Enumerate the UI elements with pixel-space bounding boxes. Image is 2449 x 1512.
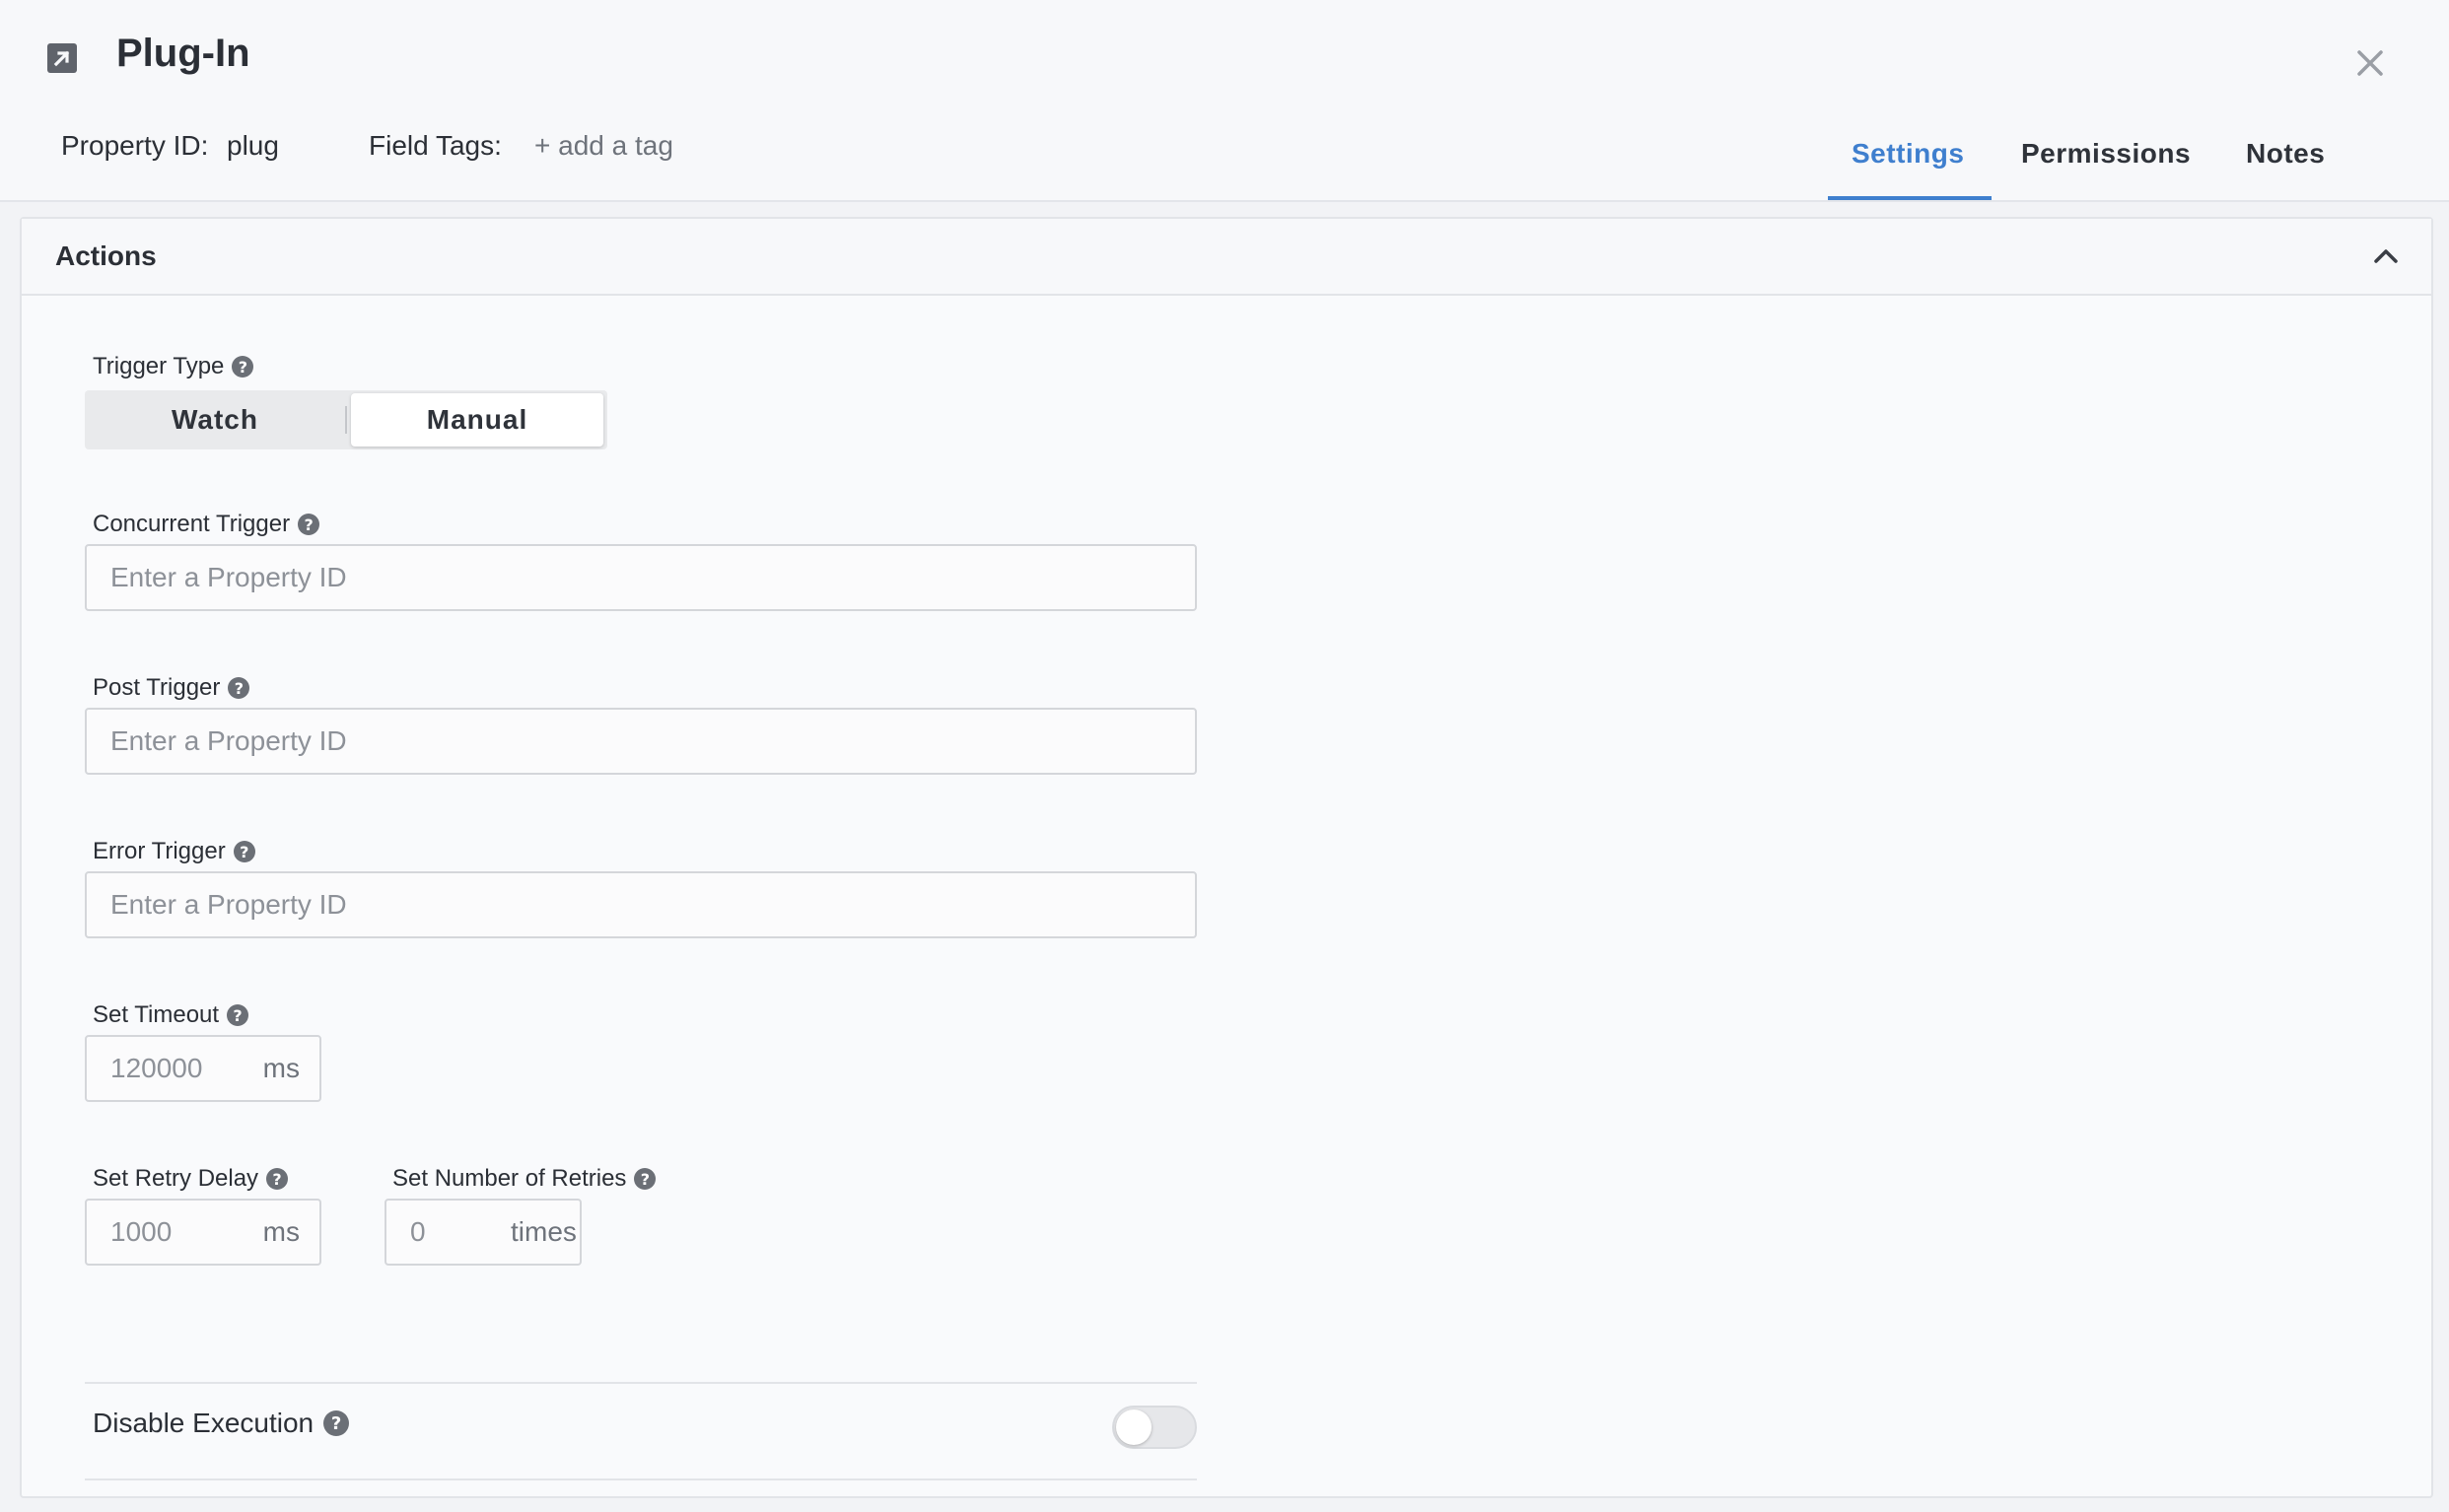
retry-delay-label: Set Retry Delay ? <box>93 1165 289 1193</box>
timeout-field: ms <box>85 1035 321 1102</box>
panel-title: Actions <box>55 241 157 271</box>
tab-notes[interactable]: Notes <box>2246 138 2325 170</box>
add-tag-link[interactable]: + add a tag <box>534 130 673 162</box>
post-trigger-input[interactable] <box>85 708 1197 775</box>
error-trigger-input[interactable] <box>85 871 1197 938</box>
trigger-type-toggle: Watch Manual <box>85 390 607 449</box>
retries-label-text: Set Number of Retries <box>392 1165 627 1192</box>
retry-delay-unit: ms <box>262 1216 300 1247</box>
property-id-label: Property ID: <box>61 130 209 161</box>
timeout-unit: ms <box>262 1053 300 1083</box>
help-icon[interactable]: ? <box>298 514 320 535</box>
modal-title: Plug-In <box>116 32 250 75</box>
retry-delay-field: ms <box>85 1199 321 1266</box>
post-trigger-label-text: Post Trigger <box>93 674 221 701</box>
tab-permissions[interactable]: Permissions <box>2021 138 2191 170</box>
help-icon[interactable]: ? <box>227 1004 249 1026</box>
timeout-label-text: Set Timeout <box>93 1001 220 1028</box>
retries-field: times <box>385 1199 582 1266</box>
divider <box>85 1478 1197 1480</box>
retries-input[interactable] <box>386 1215 511 1249</box>
disable-execution-label-text: Disable Execution <box>93 1408 315 1438</box>
help-icon[interactable]: ? <box>233 841 255 862</box>
segment-divider <box>345 406 347 434</box>
concurrent-trigger-label-text: Concurrent Trigger <box>93 511 291 537</box>
timeout-label: Set Timeout ? <box>93 1001 249 1029</box>
retry-delay-label-text: Set Retry Delay <box>93 1165 259 1192</box>
toggle-knob <box>1116 1409 1152 1445</box>
trigger-type-label-text: Trigger Type <box>93 353 225 379</box>
disable-execution-toggle[interactable] <box>1112 1406 1197 1449</box>
concurrent-trigger-label: Concurrent Trigger ? <box>93 511 320 538</box>
external-link-icon <box>47 43 77 73</box>
retries-label: Set Number of Retries ? <box>392 1165 657 1193</box>
error-trigger-label-text: Error Trigger <box>93 838 226 864</box>
trigger-type-watch[interactable]: Watch <box>85 390 345 449</box>
tab-settings[interactable]: Settings <box>1852 138 1964 170</box>
timeout-input[interactable] <box>87 1052 263 1085</box>
field-tags-label: Field Tags: <box>369 130 502 161</box>
close-icon[interactable] <box>2350 43 2390 83</box>
error-trigger-label: Error Trigger ? <box>93 838 255 865</box>
help-icon[interactable]: ? <box>266 1168 289 1190</box>
actions-panel-header[interactable]: Actions <box>22 219 2431 296</box>
post-trigger-label: Post Trigger ? <box>93 674 250 702</box>
actions-panel: Actions Trigger Type ? Watch Manual Conc… <box>20 217 2433 1498</box>
divider <box>85 1382 1197 1384</box>
help-icon[interactable]: ? <box>228 677 250 699</box>
help-icon[interactable]: ? <box>634 1168 657 1190</box>
trigger-type-label: Trigger Type ? <box>93 353 254 380</box>
concurrent-trigger-input[interactable] <box>85 544 1197 611</box>
property-id-value: plug <box>227 130 279 161</box>
help-icon[interactable]: ? <box>232 356 254 378</box>
active-tab-indicator <box>1828 196 1992 200</box>
chevron-up-icon[interactable] <box>2368 239 2404 274</box>
retries-unit: times <box>511 1216 577 1247</box>
help-icon[interactable]: ? <box>323 1410 350 1436</box>
retry-delay-input[interactable] <box>87 1215 263 1249</box>
modal-header: Plug-In Property ID: plug Field Tags: + … <box>0 0 2449 202</box>
disable-execution-label: Disable Execution ? <box>93 1408 350 1439</box>
trigger-type-manual[interactable]: Manual <box>351 393 603 447</box>
